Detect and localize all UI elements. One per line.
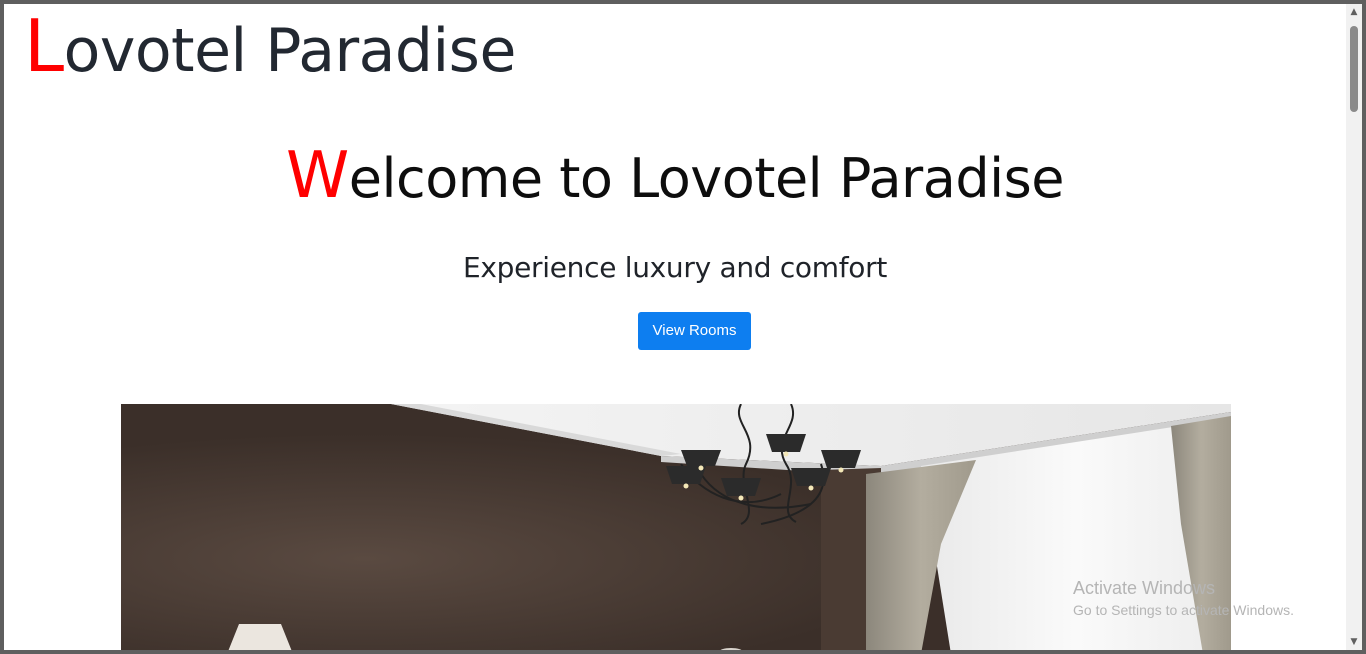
scroll-up-icon[interactable]: ▲ bbox=[1346, 4, 1362, 20]
title-first-letter: W bbox=[286, 139, 349, 213]
page-title: Welcome to Lovotel Paradise bbox=[4, 136, 1346, 219]
tagline: Experience luxury and comfort bbox=[462, 251, 888, 284]
browser-viewport: Lovotel Paradise Welcome to Lovotel Para… bbox=[4, 4, 1362, 650]
view-rooms-button[interactable]: View Rooms bbox=[638, 312, 751, 350]
hero-image bbox=[121, 404, 1231, 650]
logo-first-letter: L bbox=[24, 4, 64, 88]
scroll-down-icon[interactable]: ▼ bbox=[1346, 634, 1362, 650]
vertical-scrollbar[interactable]: ▲ ▼ bbox=[1346, 4, 1362, 650]
logo-text: ovotel Paradise bbox=[63, 16, 517, 86]
title-text: elcome to Lovotel Paradise bbox=[348, 147, 1065, 210]
site-logo[interactable]: Lovotel Paradise bbox=[24, 6, 516, 91]
scrollbar-thumb[interactable] bbox=[1350, 26, 1358, 112]
